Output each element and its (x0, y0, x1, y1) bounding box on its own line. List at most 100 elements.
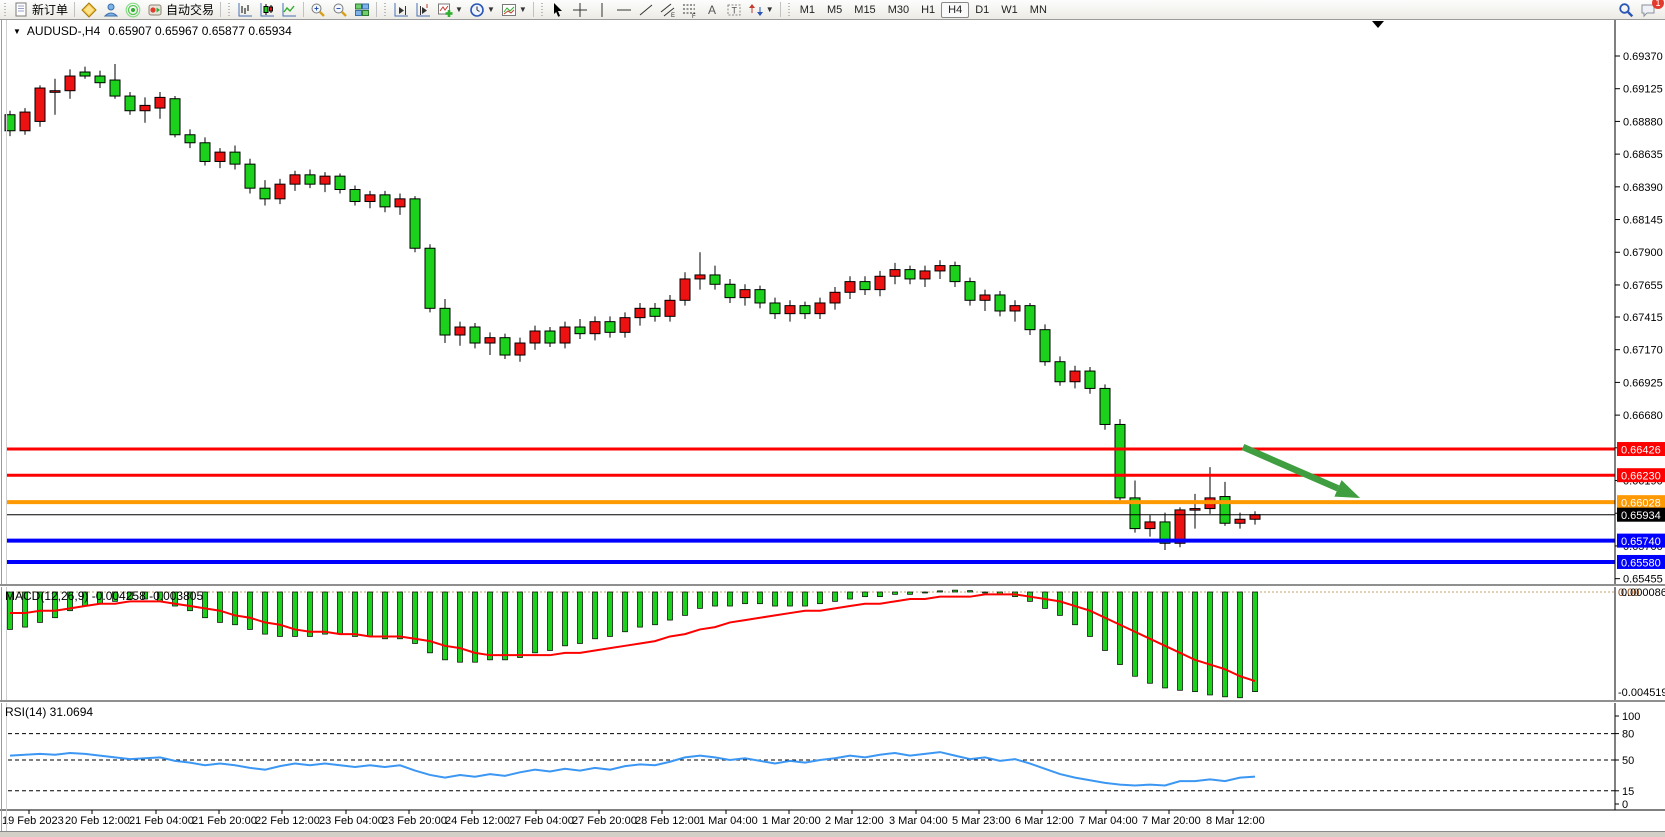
chart-menu-triangle-icon[interactable]: ▼ (13, 27, 21, 36)
rsi-indicator-label: RSI(14) 31.0694 (5, 705, 93, 719)
macd-histogram-bar (893, 592, 898, 594)
candle-body (1250, 515, 1260, 520)
timeframe-MN[interactable]: MN (1024, 2, 1053, 18)
auto-trading-button[interactable]: 自动交易 (144, 1, 217, 18)
periods-button[interactable]: ▼ (466, 1, 498, 18)
new-order-button[interactable]: 新订单 (10, 1, 71, 18)
metaeditor-diamond-icon (81, 2, 97, 18)
indicators-button[interactable]: ▼ (434, 1, 466, 18)
auto-scroll-button[interactable] (390, 1, 412, 18)
candle-body (140, 105, 150, 110)
candle-body (1040, 330, 1050, 362)
macd-histogram-bar (788, 592, 793, 606)
toolbar-grip[interactable] (227, 3, 231, 16)
time-axis-label: 5 Mar 23:00 (952, 815, 1011, 827)
time-axis-label: 23 Feb 04:00 (319, 815, 384, 827)
macd-histogram-bar (518, 592, 523, 658)
search-button[interactable] (1615, 1, 1637, 18)
macd-histogram-bar (878, 592, 883, 597)
macd-histogram-bar (1163, 592, 1168, 688)
notifications-button[interactable]: 1 (1637, 1, 1659, 18)
macd-histogram-bar (1253, 592, 1258, 692)
macd-histogram-bar (923, 592, 928, 593)
candle-body (560, 327, 570, 343)
candle-body (395, 199, 405, 207)
cursor-tool-button[interactable] (547, 1, 569, 18)
rsi-panel-splitter[interactable] (0, 700, 1665, 703)
toolbar-grip[interactable] (540, 3, 544, 16)
timeframe-M1[interactable]: M1 (794, 2, 821, 18)
candlestick-icon (259, 2, 275, 18)
window-border-left (1, 20, 2, 831)
toolbar-grip[interactable] (383, 3, 387, 16)
text-label-tool-button[interactable]: T (723, 1, 745, 18)
line-chart-mode-button[interactable] (278, 1, 300, 18)
macd-histogram-bar (773, 592, 778, 606)
candle-body (890, 270, 900, 277)
macd-histogram-bar (308, 592, 313, 636)
macd-histogram-bar (413, 592, 418, 643)
chart-ohlc-values: 0.65907 0.65967 0.65877 0.65934 (108, 24, 292, 38)
horizontal-line-tool-button[interactable] (613, 1, 635, 18)
toolbar-grip[interactable] (787, 3, 791, 16)
search-icon (1618, 2, 1634, 18)
bar-chart-mode-button[interactable] (234, 1, 256, 18)
svg-text:E: E (671, 13, 675, 18)
candle-body (110, 80, 120, 96)
vertical-line-tool-button[interactable] (591, 1, 613, 18)
timeframe-H1[interactable]: H1 (915, 2, 941, 18)
candle-body (50, 91, 60, 93)
macd-histogram-bar (1103, 592, 1108, 651)
rsi-axis-label: 80 (1622, 729, 1634, 741)
channel-tool-button[interactable]: E (657, 1, 679, 18)
candle-body (440, 308, 450, 335)
main-toolbar: 新订单 (0, 0, 1665, 20)
tile-windows-icon (354, 2, 370, 18)
candle-body (320, 176, 330, 184)
trend-arrow-head (1334, 480, 1360, 498)
tile-windows-button[interactable] (351, 1, 373, 18)
candlestick-mode-button[interactable] (256, 1, 278, 18)
candle-body (1145, 522, 1155, 529)
templates-button[interactable]: ▼ (498, 1, 530, 18)
price-axis-label: 0.68635 (1623, 149, 1663, 161)
metaeditor-button[interactable] (78, 1, 100, 18)
macd-histogram-bar (713, 592, 718, 606)
timeframe-M30[interactable]: M30 (882, 2, 915, 18)
toolbar-grip[interactable] (3, 3, 7, 16)
community-button[interactable] (100, 1, 122, 18)
macd-histogram-bar (983, 592, 988, 593)
time-axis-label: 3 Mar 04:00 (889, 815, 948, 827)
zoom-in-button[interactable] (307, 1, 329, 18)
timeframe-D1[interactable]: D1 (969, 2, 995, 18)
macd-histogram-bar (533, 592, 538, 653)
timeframe-M15[interactable]: M15 (848, 2, 881, 18)
signals-button[interactable] (122, 1, 144, 18)
timeframe-W1[interactable]: W1 (995, 2, 1024, 18)
candle-body (1025, 306, 1035, 330)
macd-histogram-bar (638, 592, 643, 627)
crosshair-tool-button[interactable] (569, 1, 591, 18)
macd-histogram-bar (1088, 592, 1093, 636)
arrows-tool-button[interactable]: ▼ (745, 1, 777, 18)
chart-shift-button[interactable] (412, 1, 434, 18)
time-axis-label: 27 Feb 20:00 (572, 815, 637, 827)
timeframe-M5[interactable]: M5 (821, 2, 848, 18)
candle-body (530, 331, 540, 343)
candle-body (725, 284, 735, 297)
candle-body (500, 338, 510, 355)
macd-histogram-bar (863, 592, 868, 597)
macd-histogram-bar (338, 592, 343, 634)
time-axis-label: 27 Feb 04:00 (509, 815, 574, 827)
fibonacci-tool-button[interactable]: F (679, 1, 701, 18)
trendline-tool-button[interactable] (635, 1, 657, 18)
macd-panel-splitter[interactable] (0, 584, 1665, 587)
text-tool-button[interactable]: A (701, 1, 723, 18)
price-chart-canvas[interactable]: 0.693700.691250.688800.686350.683900.681… (0, 0, 1665, 837)
candle-body (275, 184, 285, 199)
timeframe-H4[interactable]: H4 (941, 2, 969, 18)
macd-signal-line (10, 594, 1255, 681)
price-axis-label: 0.68145 (1623, 215, 1663, 227)
price-tag-label: 0.66426 (1621, 445, 1661, 457)
zoom-out-button[interactable] (329, 1, 351, 18)
